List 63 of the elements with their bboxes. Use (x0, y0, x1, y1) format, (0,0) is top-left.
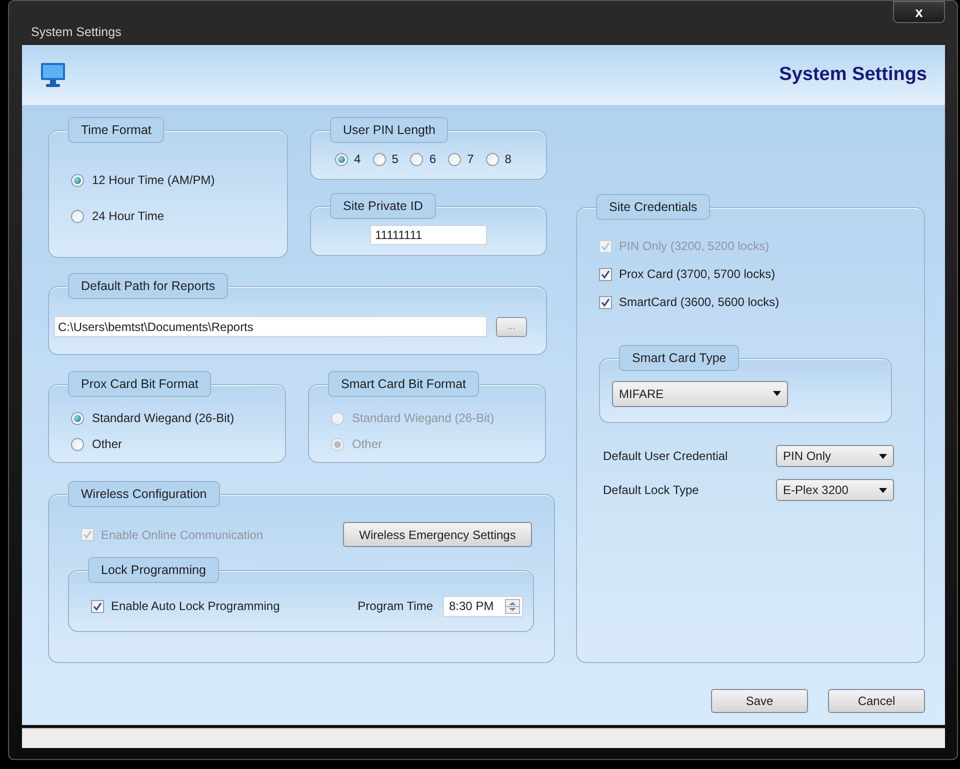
text-field[interactable]: 11111111 (370, 225, 487, 245)
radio-label: 12 Hour Time (AM/PM) (92, 172, 215, 189)
combo-value: PIN Only (783, 448, 832, 465)
field-label: Program Time (358, 598, 433, 615)
group-title: Site Credentials (596, 194, 710, 220)
checkbox[interactable] (91, 600, 104, 612)
checkbox[interactable] (599, 268, 612, 280)
group-title: Site Private ID (330, 193, 436, 219)
radio-button[interactable] (410, 152, 424, 166)
group-title: Prox Card Bit Format (68, 371, 212, 397)
spinner-icon[interactable] (505, 598, 520, 614)
header-title: System Settings (779, 62, 927, 87)
dropdown[interactable]: E-Plex 3200 (776, 479, 894, 501)
browse-button[interactable]: ... (496, 316, 527, 336)
radio-button[interactable] (372, 152, 386, 166)
field-label: Default Lock Type (603, 482, 699, 499)
dropdown[interactable]: PIN Only (776, 445, 894, 467)
radio-label: Other (92, 436, 122, 453)
combo-value: MIFARE (619, 386, 664, 402)
checkbox-label: Enable Auto Lock Programming (111, 598, 280, 615)
radio-button[interactable] (448, 152, 462, 166)
group-title: Time Format (68, 117, 164, 143)
dialog-button[interactable]: Cancel (828, 689, 925, 713)
card-type-dropdown[interactable]: MIFARE (612, 380, 788, 406)
dropdown-arrow-icon (879, 488, 887, 492)
dialog-button[interactable]: Save (711, 689, 808, 713)
radio-button[interactable] (71, 438, 84, 450)
radio-label: Standard Wiegand (26-Bit) (92, 410, 234, 427)
radio-label: 8 (504, 151, 512, 168)
dropdown-arrow-icon (773, 391, 781, 396)
group-title: Smart Card Bit Format (328, 371, 480, 397)
checkbox-label: SmartCard (3600, 5600 locks) (619, 294, 780, 311)
group-title: User PIN Length (330, 117, 448, 143)
radio-button[interactable] (335, 152, 348, 166)
time-value: 8:30 PM (449, 598, 494, 615)
radio-button[interactable] (486, 152, 499, 166)
checkbox-label: Prox Card (3700, 5700 locks) (619, 266, 776, 283)
checkbox-label: PIN Only (3200, 5200 locks) (619, 238, 770, 255)
group-title: Smart Card Type (619, 345, 740, 371)
time-picker[interactable]: 8:30 PM (443, 596, 523, 616)
group-title: Wireless Configuration (68, 481, 220, 507)
radio-label: 7 (467, 151, 474, 168)
checkbox[interactable] (599, 296, 612, 308)
radio-label: 4 (354, 151, 361, 168)
close-button[interactable]: x (893, 1, 945, 23)
radio-label: Standard Wiegand (26-Bit) (352, 410, 494, 427)
group-title: Default Path for Reports (68, 273, 228, 299)
radio-button[interactable] (71, 210, 84, 222)
radio-label: 6 (429, 151, 436, 168)
radio-label: 5 (392, 151, 398, 168)
monitor-icon (40, 62, 66, 88)
emergency-settings-button[interactable]: Wireless Emergency Settings (343, 522, 532, 547)
path-field[interactable]: C:\Users\bemtst\Documents\Reports (54, 316, 487, 337)
radio-label: 24 Hour Time (92, 208, 164, 225)
checkbox-label: Enable Online Communication (101, 526, 264, 544)
radio-button[interactable] (71, 174, 84, 186)
group-title: Lock Programming (88, 557, 219, 583)
radio-label: Other (352, 436, 382, 453)
dropdown-arrow-icon (879, 454, 887, 458)
field-label: Default User Credential (603, 448, 728, 465)
radio-button[interactable] (71, 412, 84, 424)
combo-value: E-Plex 3200 (783, 482, 848, 499)
window-title: System Settings (31, 24, 122, 41)
